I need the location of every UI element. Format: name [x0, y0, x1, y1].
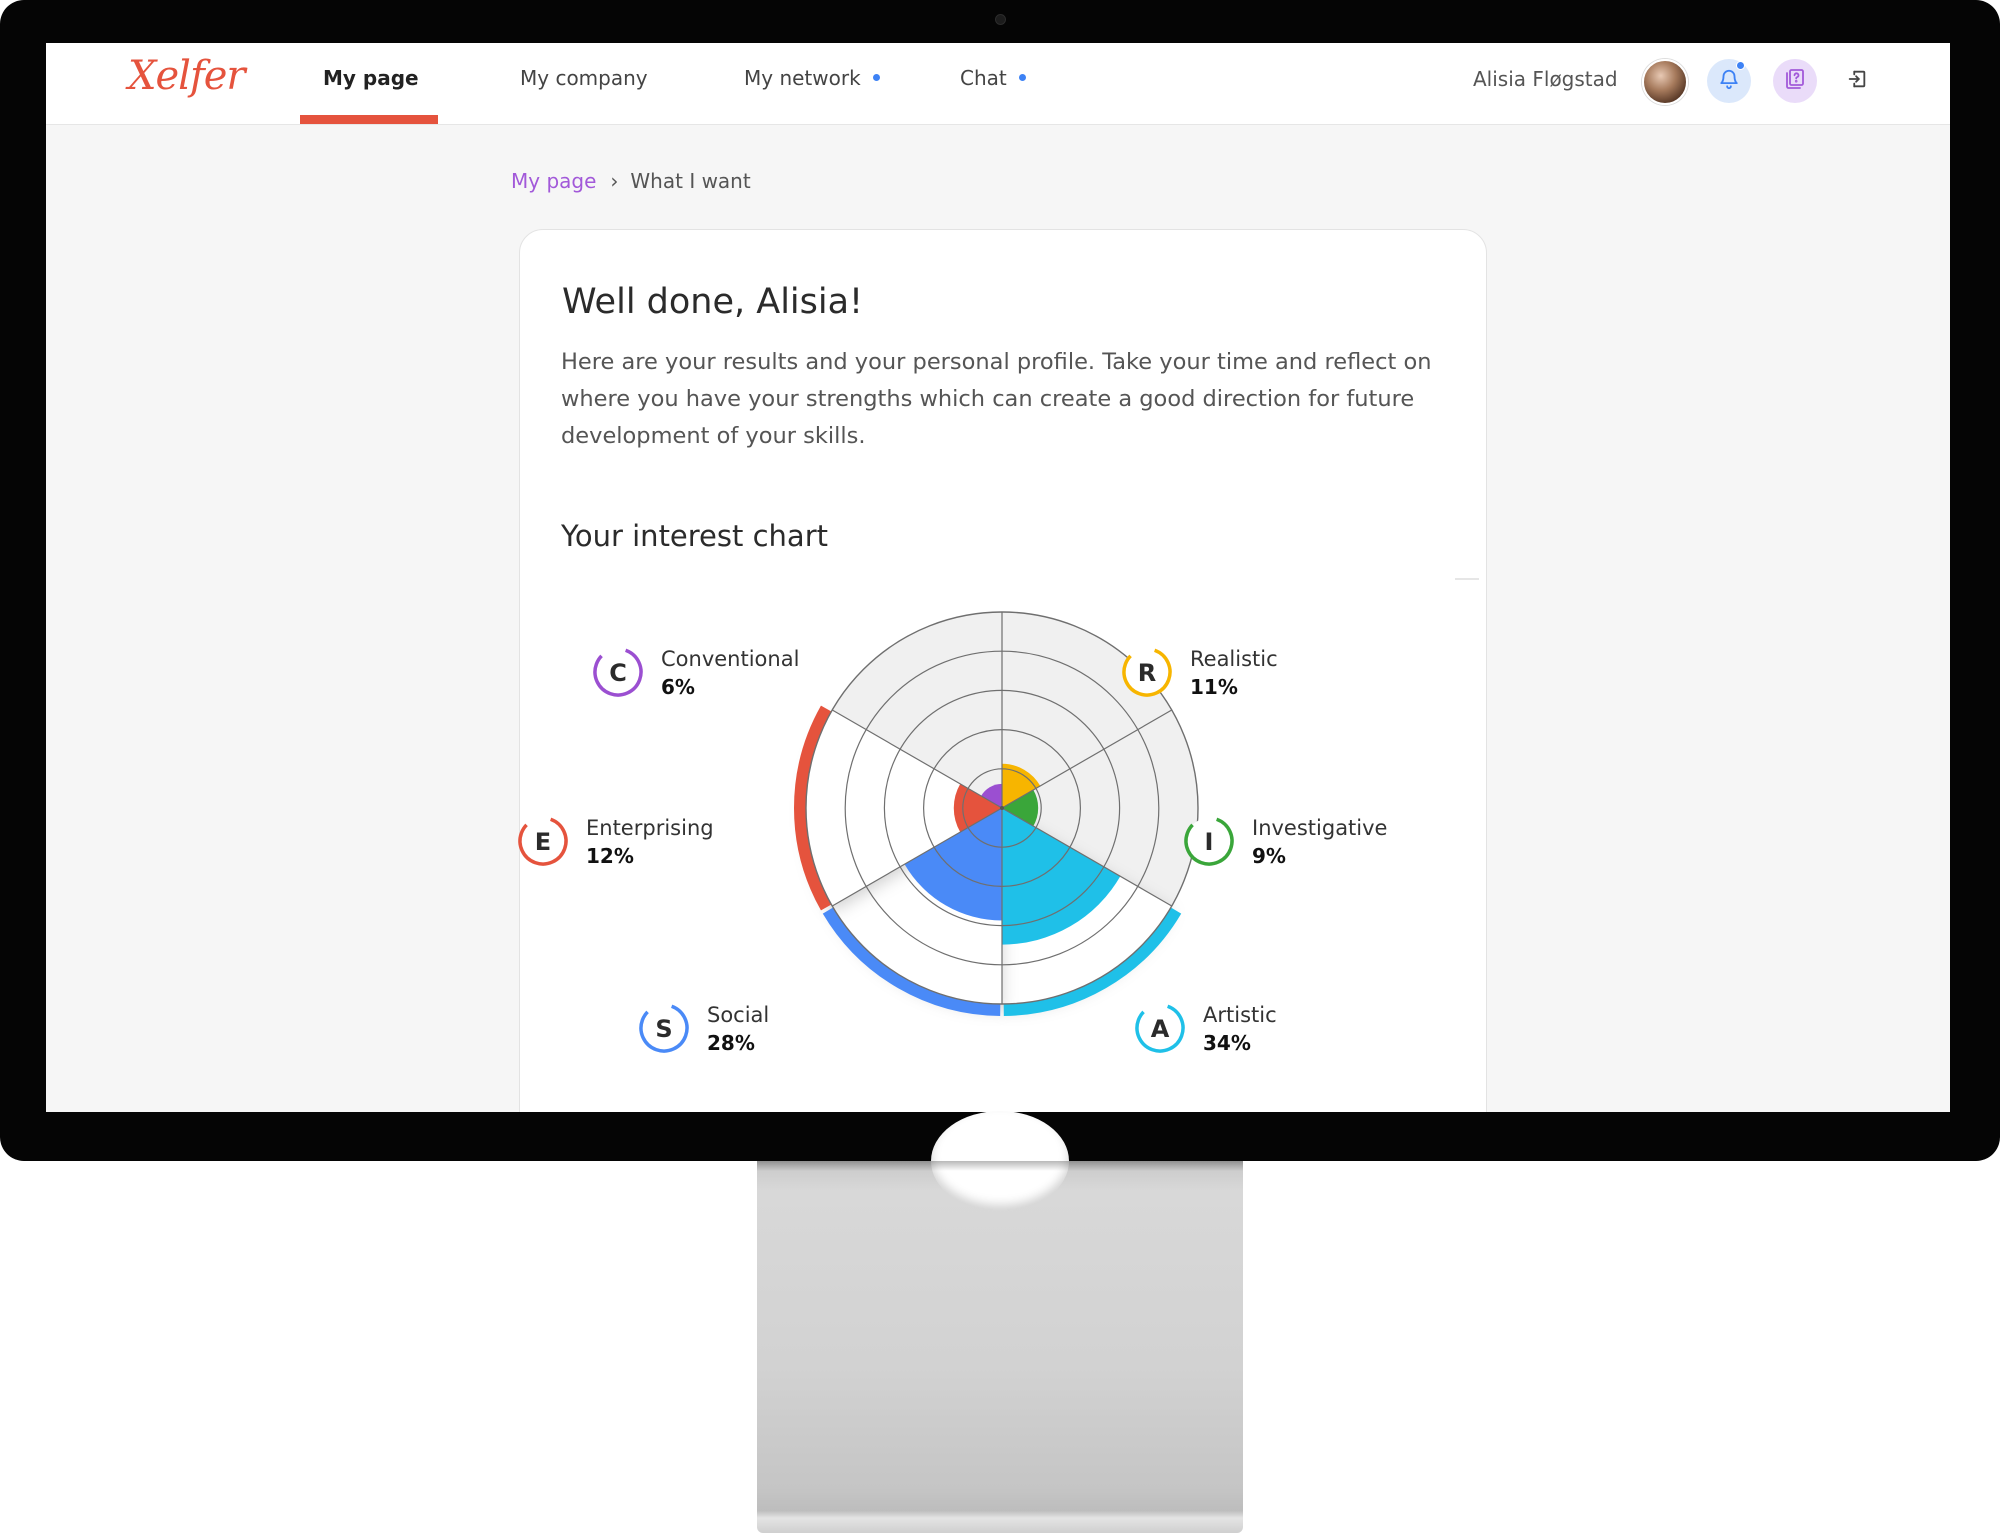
logout-icon	[1846, 68, 1868, 94]
label-value: 6%	[661, 675, 695, 699]
screen: Xelfer My page My company My network Cha…	[46, 43, 1950, 1112]
results-card: Well done, Alisia! Here are your results…	[516, 229, 1487, 1112]
label-value: 12%	[586, 844, 634, 868]
notification-dot	[1018, 74, 1026, 81]
nav-my-company-label: My company	[520, 66, 648, 90]
label-social: S Social 28%	[637, 1001, 769, 1057]
svg-text:E: E	[535, 828, 551, 856]
label-value: 9%	[1252, 844, 1286, 868]
chevron-right-icon: ›	[610, 169, 619, 193]
active-tab-indicator	[300, 115, 438, 124]
chart-center	[1000, 806, 1004, 810]
artistic-badge-icon: A	[1135, 1003, 1185, 1053]
label-realistic: R Realistic 11%	[1120, 645, 1278, 701]
notifications-button[interactable]	[1707, 59, 1751, 103]
monitor-stand	[757, 1111, 1243, 1533]
logout-button[interactable]	[1835, 59, 1879, 103]
bell-icon	[1718, 68, 1740, 94]
svg-text:R: R	[1138, 659, 1156, 687]
svg-text:A: A	[1151, 1015, 1170, 1043]
nav-chat[interactable]: Chat	[960, 66, 1026, 90]
nav-my-page-label: My page	[323, 66, 419, 90]
nav-my-company[interactable]: My company	[520, 66, 648, 90]
social-badge-icon: S	[639, 1003, 689, 1053]
top-nav: Xelfer My page My company My network Cha…	[46, 43, 1950, 125]
nav-my-page[interactable]: My page	[323, 66, 419, 90]
label-name: Realistic	[1190, 647, 1278, 671]
user-name[interactable]: Alisia Fløgstad	[1473, 67, 1618, 91]
breadcrumb: My page › What I want	[511, 169, 751, 193]
camera-icon	[995, 14, 1006, 25]
notification-dot	[872, 74, 880, 81]
label-enterprising: E Enterprising 12%	[516, 814, 714, 870]
label-name: Artistic	[1203, 1003, 1277, 1027]
breadcrumb-link-my-page[interactable]: My page	[511, 169, 596, 193]
notification-dot	[1736, 61, 1745, 70]
stand-shadow	[757, 1161, 1243, 1171]
monitor-frame: Xelfer My page My company My network Cha…	[0, 0, 2000, 1161]
nav-chat-label: Chat	[960, 66, 1007, 90]
label-name: Conventional	[661, 647, 800, 671]
label-value: 28%	[707, 1031, 755, 1055]
label-artistic: A Artistic 34%	[1133, 1001, 1277, 1057]
breadcrumb-current: What I want	[630, 169, 751, 193]
nav-my-network-label: My network	[744, 66, 861, 90]
label-value: 34%	[1203, 1031, 1251, 1055]
nav-my-network[interactable]: My network	[744, 66, 880, 90]
label-investigative: I Investigative 9%	[1182, 814, 1387, 870]
realistic-badge-icon: R	[1122, 647, 1172, 697]
help-book-icon	[1783, 67, 1807, 95]
label-value: 11%	[1190, 675, 1238, 699]
enterprising-badge-icon: E	[518, 816, 568, 866]
svg-text:S: S	[655, 1015, 672, 1043]
conventional-badge-icon: C	[593, 647, 643, 697]
svg-text:I: I	[1205, 828, 1214, 856]
help-button[interactable]	[1773, 59, 1817, 103]
xelfer-logo[interactable]: Xelfer	[128, 53, 246, 99]
investigative-badge-icon: I	[1184, 816, 1234, 866]
label-name: Enterprising	[586, 816, 714, 840]
label-name: Social	[707, 1003, 770, 1027]
label-name: Investigative	[1252, 816, 1388, 840]
avatar[interactable]	[1642, 59, 1688, 105]
svg-text:C: C	[609, 659, 627, 687]
label-conventional: C Conventional 6%	[591, 645, 799, 701]
